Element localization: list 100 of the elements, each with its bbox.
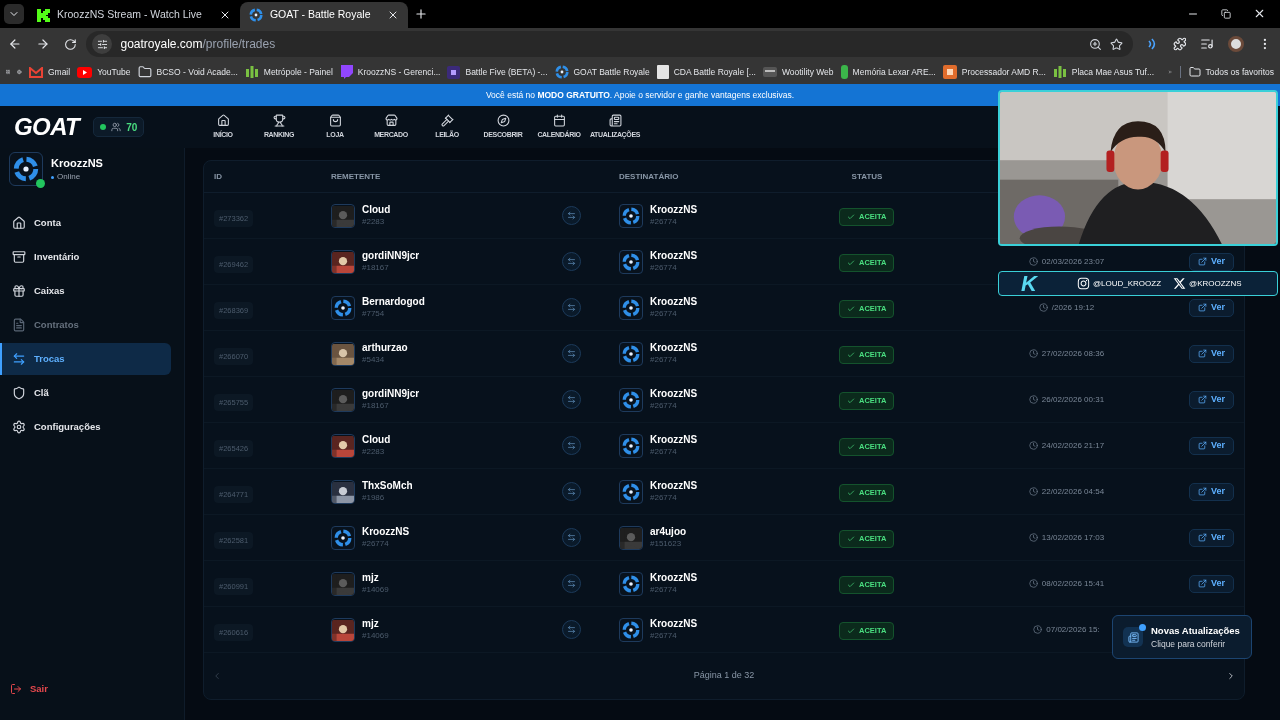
user-name: Cloud	[362, 204, 391, 217]
user-tag: #1986	[362, 492, 413, 503]
sidebar-item[interactable]: Configurações	[0, 411, 171, 443]
home-icon	[216, 113, 230, 127]
user-name: KroozzNS	[650, 618, 698, 631]
trade-date: 07/02/2026 15:	[1046, 623, 1100, 636]
media-icon[interactable]	[1200, 37, 1215, 51]
swap-icon	[566, 211, 576, 220]
clock-icon	[1033, 625, 1043, 634]
bookmark[interactable]: Memória Lexar ARE...	[840, 65, 936, 79]
sidebar-item[interactable]: Inventário	[0, 241, 171, 273]
user-name: Bernardogod	[362, 296, 425, 309]
zoom-icon[interactable]	[1088, 37, 1102, 51]
view-button[interactable]: Ver	[1189, 298, 1234, 317]
next-page-icon[interactable]	[1226, 671, 1236, 681]
bookmark[interactable]: Placa Mae Asus Tuf...	[1052, 65, 1155, 79]
target-icon	[248, 8, 263, 22]
newspaper-icon	[1127, 631, 1139, 643]
browser-tab[interactable]: KroozzNS Stream - Watch Live	[28, 2, 240, 28]
external-link-icon	[1198, 395, 1207, 404]
bookmark[interactable]: BCSO - Void Acade...	[137, 65, 238, 79]
user-tag: #26774	[650, 400, 698, 411]
clock-icon	[1028, 533, 1038, 542]
star-icon[interactable]	[1109, 37, 1123, 51]
user-tag: #26774	[650, 584, 698, 595]
site-info-icon[interactable]	[96, 38, 108, 50]
logo[interactable]: GOAT	[14, 115, 80, 139]
reload-icon[interactable]	[63, 37, 77, 51]
bookmark-folder[interactable]: Todos os favoritos	[1179, 65, 1274, 79]
check-icon	[847, 396, 855, 405]
bookmark[interactable]: Metrópole - Painel	[244, 65, 333, 79]
toast-title: Novas Atualizações	[1151, 623, 1240, 638]
document-icon	[12, 318, 26, 332]
profile-avatar[interactable]	[1228, 36, 1245, 52]
bookmark[interactable]: YouTube	[77, 65, 131, 79]
user-tag: #5434	[362, 354, 408, 365]
user-name: KroozzNS	[650, 480, 698, 493]
sidebar-item[interactable]: Caixas	[0, 275, 171, 307]
user-name: mjz	[362, 572, 380, 585]
user-name: KroozzNS	[650, 388, 698, 401]
view-button[interactable]: Ver	[1189, 252, 1234, 271]
sidebar-item[interactable]: Trocas	[0, 343, 171, 375]
forward-icon[interactable]	[35, 37, 50, 51]
check-icon	[847, 258, 855, 267]
profile-avatar-icon	[13, 156, 39, 182]
drive-icon	[840, 65, 848, 79]
online-counter: 70	[93, 117, 145, 137]
browser-tab[interactable]: GOAT - Battle Royale	[239, 2, 409, 28]
user-name: Cloud	[362, 434, 391, 447]
bookmark[interactable]: Gmail	[28, 65, 71, 79]
sidebar-item[interactable]: Conta	[0, 207, 171, 239]
swap-icon	[566, 579, 576, 588]
bookmark[interactable]: GOAT Battle Royale	[554, 65, 650, 79]
user-name: KroozzNS	[650, 342, 698, 355]
logout-button[interactable]: Sair	[0, 681, 184, 696]
swap-icon	[566, 303, 576, 312]
user-tag: #2283	[362, 216, 391, 227]
home-icon	[12, 216, 26, 230]
restore-icon[interactable]	[1221, 9, 1231, 19]
bag-icon	[328, 113, 342, 127]
view-button[interactable]: Ver	[1189, 574, 1234, 593]
bars-icon	[1052, 66, 1067, 78]
view-button[interactable]: Ver	[1189, 482, 1234, 501]
user-name: gordiNN9jcr	[362, 250, 420, 263]
view-button[interactable]: Ver	[1189, 528, 1234, 547]
back-icon[interactable]	[8, 37, 22, 51]
bookmark[interactable]: CDA Battle Royale [...	[656, 65, 756, 79]
check-icon	[847, 350, 855, 359]
trade-date: 26/02/2026 00:31	[1041, 393, 1105, 406]
updates-toast[interactable]: Novas Atualizações Clique para conferir	[1112, 615, 1252, 659]
toast-subtitle: Clique para conferir	[1151, 637, 1227, 651]
new-tab-icon[interactable]	[414, 7, 429, 21]
bookmark[interactable]: Battle Five (BETA) -...	[447, 65, 548, 79]
gift-icon	[12, 284, 26, 298]
user-tag: #18167	[362, 262, 420, 273]
sidebar-item[interactable]: Clã	[0, 377, 171, 409]
address-field[interactable]: goatroyale.com/profile/trades	[86, 31, 1133, 57]
user-name: KroozzNS	[650, 204, 698, 217]
view-button[interactable]: Ver	[1189, 390, 1234, 409]
settings-icon	[12, 420, 26, 434]
user-tag: #26774	[650, 354, 698, 365]
close-icon[interactable]	[1253, 7, 1266, 20]
check-icon	[847, 580, 855, 589]
play-icon	[77, 66, 93, 78]
bookmark[interactable]: Wootility Web	[762, 65, 834, 79]
user-tag: #14069	[362, 584, 389, 595]
instagram-handle: @LOUD_KROOZZ	[1092, 277, 1162, 290]
user-tag: #26774	[650, 262, 698, 273]
check-icon	[847, 442, 855, 451]
user-name: KroozzNS	[650, 572, 698, 585]
extensions-icon[interactable]	[1172, 37, 1187, 51]
trade-date: /2026 19:12	[1051, 301, 1095, 314]
view-button[interactable]: Ver	[1189, 436, 1234, 455]
external-link-icon	[1198, 303, 1207, 312]
user-name: ar4ujoo	[650, 526, 687, 539]
tab-search-button[interactable]	[4, 4, 24, 24]
bookmark[interactable]: KroozzNS - Gerenci...	[339, 65, 441, 79]
folder-icon	[1188, 66, 1201, 78]
view-button[interactable]: Ver	[1189, 344, 1234, 363]
bookmark[interactable]: Processador AMD R...	[942, 65, 1046, 79]
